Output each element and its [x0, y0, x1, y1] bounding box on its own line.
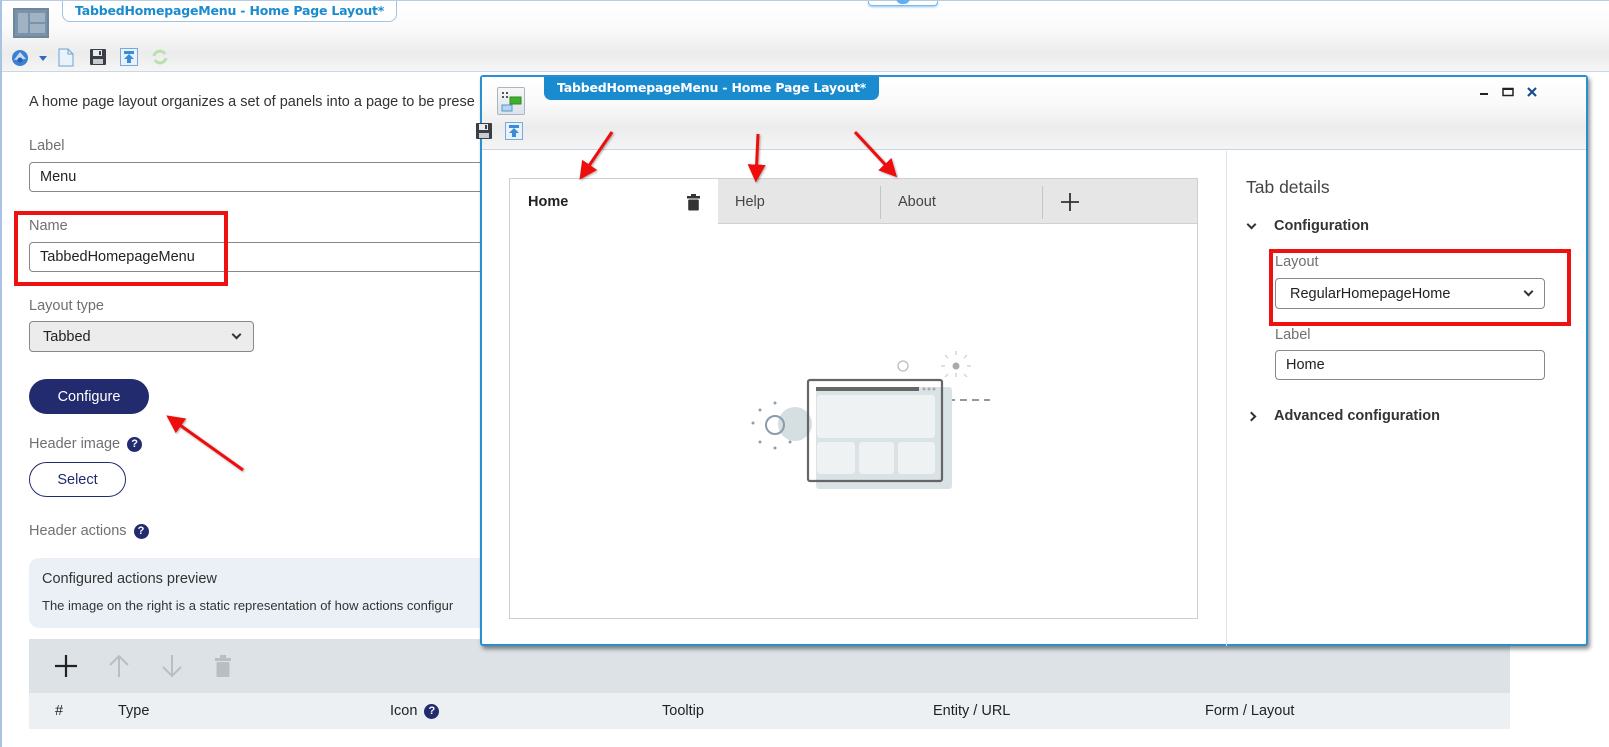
app-header: TabbedHomepageMenu - Home Page Layout* [0, 0, 1609, 72]
col-icon: Icon [390, 703, 418, 719]
add-tab-button[interactable] [1050, 179, 1090, 224]
layout-type-value: Tabbed [43, 328, 91, 345]
dropdown-arrow-icon[interactable] [34, 49, 52, 67]
name-input[interactable]: TabbedHomepageMenu [29, 242, 489, 272]
tab-strip: Home Help About [510, 179, 1197, 225]
col-icon-header: Icon ? [390, 703, 440, 719]
maximize-icon[interactable] [1499, 84, 1517, 100]
help-icon[interactable]: ? [127, 436, 143, 452]
delete-tab-icon[interactable] [687, 194, 700, 215]
advanced-configuration-toggle[interactable]: Advanced configuration [1246, 408, 1440, 424]
refresh-icon [151, 48, 169, 66]
plus-icon [1061, 192, 1079, 211]
tab-configuration-dialog: TabbedHomepageMenu - Home Page Layout* H… [476, 75, 1588, 646]
col-number: # [55, 703, 64, 719]
tab-preview-area: Home Help About [509, 178, 1198, 619]
label-field-label: Label [29, 138, 65, 154]
header-image-label: Header image [29, 436, 121, 452]
name-field-label: Name [29, 218, 68, 234]
minimize-icon[interactable] [1475, 84, 1493, 100]
layout-select-value: RegularHomepageHome [1290, 285, 1451, 302]
tab-label-input[interactable]: Home [1275, 350, 1545, 380]
move-down-icon [160, 653, 184, 684]
chevron-down-icon [1246, 219, 1257, 229]
new-document-icon[interactable] [57, 48, 75, 66]
help-icon[interactable]: ? [424, 703, 440, 719]
move-up-icon [107, 653, 131, 684]
advanced-configuration-header: Advanced configuration [1274, 408, 1440, 424]
actions-toolbar [29, 639, 1510, 693]
empty-layout-illustration [751, 351, 990, 489]
header-image-label-row: Header image ? [29, 436, 143, 452]
tab-home[interactable]: Home [510, 179, 718, 225]
tab-separator [1042, 186, 1043, 219]
header-actions-label: Header actions [29, 523, 127, 539]
layout-type-select[interactable]: Tabbed [29, 321, 254, 352]
deploy-icon[interactable] [505, 122, 523, 145]
tab-label: Home [528, 194, 569, 210]
tab-details-title: Tab details [1246, 177, 1330, 197]
actions-preview-box: Configured actions preview The image on … [29, 558, 489, 628]
tab-label: Help [735, 193, 765, 210]
col-entity-url: Entity / URL [933, 703, 1011, 719]
intro-text: A home page layout organizes a set of pa… [29, 94, 475, 110]
configure-button[interactable]: Configure [29, 379, 149, 414]
app-menu-icon[interactable] [11, 49, 29, 67]
chevron-down-icon [1523, 286, 1534, 297]
window-title: TabbedHomepageMenu - Home Page Layout* [62, 1, 398, 22]
close-icon[interactable] [1523, 84, 1541, 100]
window-border [0, 0, 2, 747]
configuration-header: Configuration [1274, 218, 1370, 234]
save-icon[interactable] [475, 122, 493, 145]
tab-label-field-label: Label [1275, 327, 1311, 343]
label-input[interactable]: Menu [29, 162, 489, 192]
deploy-icon[interactable] [120, 48, 138, 66]
tab-help[interactable]: Help [718, 179, 880, 224]
arrow-to-configure-button [166, 415, 244, 472]
tab-label: About [898, 193, 936, 210]
panel-divider [1226, 151, 1227, 646]
actions-table-header: # Type Icon ? Tooltip Entity / URL Form … [29, 693, 1510, 729]
dialog-title: TabbedHomepageMenu - Home Page Layout* [544, 77, 880, 100]
layout-type-label: Layout type [29, 298, 104, 314]
select-image-button[interactable]: Select [29, 462, 126, 497]
header-actions-label-row: Header actions ? [29, 523, 149, 539]
chevron-right-icon [1246, 411, 1257, 421]
preview-description: The image on the right is a static repre… [42, 598, 454, 613]
preview-title: Configured actions preview [42, 571, 217, 587]
col-tooltip: Tooltip [662, 703, 704, 719]
layout-select[interactable]: RegularHomepageHome [1275, 278, 1545, 309]
save-icon[interactable] [89, 48, 107, 66]
dialog-header: TabbedHomepageMenu - Home Page Layout* [476, 77, 1586, 150]
delete-icon [215, 655, 231, 682]
col-form-layout: Form / Layout [1205, 703, 1295, 719]
dialog-app-icon [497, 87, 525, 115]
help-icon[interactable]: ? [133, 523, 149, 539]
add-icon[interactable] [53, 653, 79, 684]
col-type: Type [118, 703, 150, 719]
tab-about[interactable]: About [881, 179, 1043, 224]
home-page-layout-icon [13, 8, 49, 38]
collapse-handle[interactable] [868, 0, 938, 6]
configuration-section-toggle[interactable]: Configuration [1246, 218, 1369, 234]
layout-field-label: Layout [1275, 254, 1319, 270]
chevron-down-icon [231, 329, 242, 340]
